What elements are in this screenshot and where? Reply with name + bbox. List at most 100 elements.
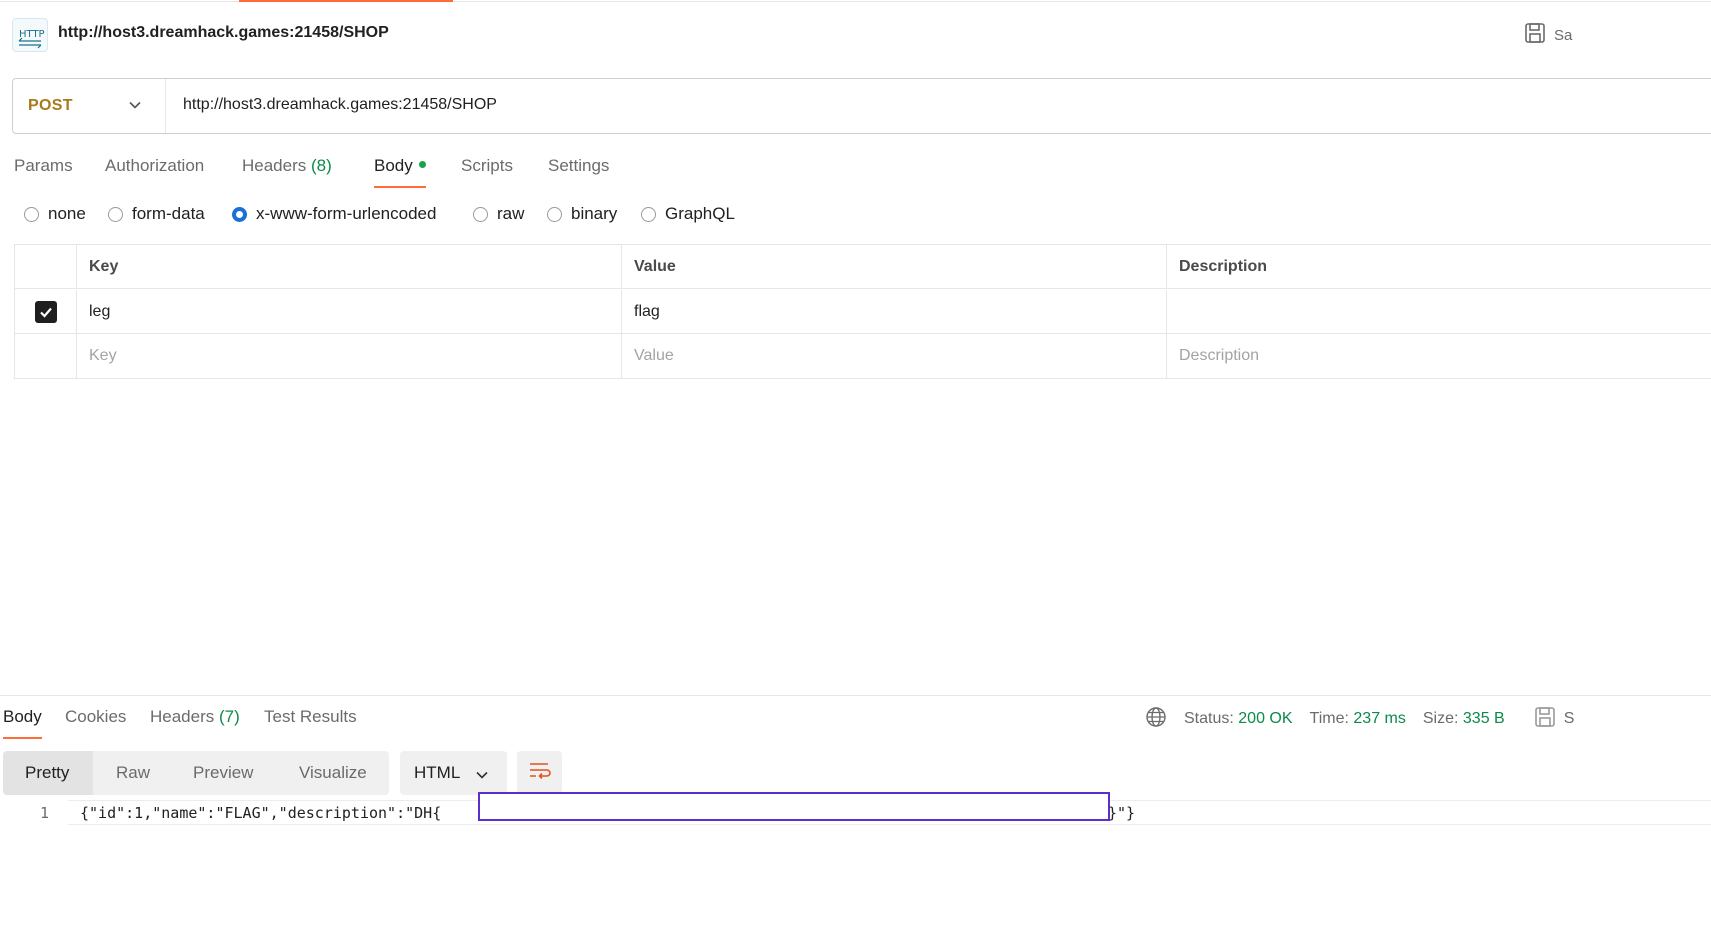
tab-headers[interactable]: Headers (8) — [242, 156, 332, 188]
table-row: leg flag — [15, 290, 1711, 334]
http-icon: HTTP — [12, 18, 48, 52]
radio-binary[interactable]: binary — [547, 204, 617, 224]
response-tab-test-results[interactable]: Test Results — [264, 707, 357, 739]
radio-x-www-form-urlencoded[interactable]: x-www-form-urlencoded — [232, 204, 436, 224]
url-input[interactable]: http://host3.dreamhack.games:21458/SHOP — [183, 96, 497, 114]
tab-label: Params — [14, 156, 73, 175]
wrap-lines-icon — [528, 760, 552, 787]
table-header-row: Key Value Description — [15, 245, 1711, 289]
request-title[interactable]: http://host3.dreamhack.games:21458/SHOP — [58, 24, 389, 42]
save-icon — [1534, 706, 1556, 733]
tab-label: Test Results — [264, 707, 357, 726]
response-code-editor[interactable]: 1 {"id":1,"name":"FLAG","description":"D… — [0, 792, 1711, 826]
method-select[interactable]: POST — [13, 79, 166, 133]
checkmark-icon — [34, 300, 57, 323]
view-preview-button[interactable]: Preview — [193, 751, 253, 795]
http-icon-text: HTTP — [19, 29, 45, 40]
radio-icon — [547, 206, 562, 222]
response-tab-body[interactable]: Body — [3, 707, 42, 739]
new-description-input[interactable]: Description — [1166, 334, 1711, 378]
save-label: Sa — [1554, 26, 1573, 44]
time-value: 237 ms — [1353, 710, 1406, 727]
size-indicator[interactable]: Size: 335 B — [1423, 710, 1505, 728]
status-value: 200 OK — [1238, 710, 1293, 727]
line-number: 1 — [40, 804, 50, 822]
save-icon — [1524, 22, 1546, 48]
header-key: Key — [76, 245, 621, 288]
size-value: 335 B — [1462, 710, 1505, 727]
code-text: {"id":1,"name":"FLAG","description":"DH{ — [80, 804, 442, 822]
view-label: Visualize — [299, 763, 367, 782]
row-key-input[interactable]: leg — [76, 290, 621, 333]
redaction-box — [478, 792, 1110, 821]
radio-checked-icon — [232, 206, 247, 222]
new-value-input[interactable]: Value — [621, 334, 1166, 378]
tab-label: Headers — [242, 156, 307, 175]
format-label: HTML — [414, 763, 461, 782]
time-label: Time: — [1309, 710, 1349, 727]
view-label: Preview — [193, 763, 254, 782]
table-row-empty: Key Value Description — [15, 334, 1711, 378]
tab-authorization[interactable]: Authorization — [105, 156, 204, 188]
status-label: Status: — [1184, 710, 1234, 727]
radio-label: raw — [497, 204, 525, 223]
tab-label: Scripts — [461, 156, 513, 175]
row-description-input[interactable] — [1166, 290, 1711, 333]
radio-icon — [473, 206, 488, 222]
view-raw-button[interactable]: Raw — [116, 751, 150, 795]
radio-none[interactable]: none — [24, 204, 86, 224]
radio-label: binary — [571, 204, 618, 223]
tab-settings[interactable]: Settings — [548, 156, 609, 188]
response-tab-headers[interactable]: Headers (7) — [150, 707, 240, 739]
radio-icon — [108, 206, 123, 222]
method-label: POST — [28, 97, 73, 114]
tab-scripts[interactable]: Scripts — [461, 156, 513, 188]
radio-form-data[interactable]: form-data — [108, 204, 205, 224]
code-text-end: }"} — [1108, 804, 1136, 822]
row-value-input[interactable]: flag — [621, 290, 1166, 333]
radio-label: x-www-form-urlencoded — [256, 204, 437, 223]
tab-label: Cookies — [65, 707, 127, 726]
chevron-down-icon — [475, 767, 489, 787]
tab-params[interactable]: Params — [14, 156, 73, 188]
response-tab-cookies[interactable]: Cookies — [65, 707, 126, 739]
url-bar: POST http://host3.dreamhack.games:21458/… — [12, 78, 1711, 134]
active-tab-indicator — [239, 0, 453, 2]
headers-count: (8) — [311, 156, 332, 175]
response-headers-count: (7) — [219, 707, 240, 726]
new-key-input[interactable]: Key — [76, 334, 621, 378]
header-check-cell — [15, 245, 76, 288]
row-checkbox[interactable] — [15, 290, 76, 333]
tab-body[interactable]: Body — [374, 156, 426, 188]
save-response-button[interactable]: S — [1534, 706, 1575, 733]
radio-label: GraphQL — [665, 204, 735, 223]
view-label: Raw — [116, 763, 151, 782]
wrap-lines-button[interactable] — [517, 751, 562, 795]
radio-raw[interactable]: raw — [473, 204, 524, 224]
globe-icon[interactable] — [1145, 706, 1167, 733]
chevron-down-icon — [128, 98, 142, 117]
view-label: Pretty — [25, 763, 70, 782]
response-divider[interactable] — [0, 695, 1711, 696]
tab-label: Body — [374, 156, 413, 175]
view-mode-group: Pretty Raw Preview Visualize — [3, 751, 389, 795]
header-value: Value — [621, 245, 1166, 288]
time-indicator[interactable]: Time: 237 ms — [1310, 710, 1406, 728]
view-visualize-button[interactable]: Visualize — [299, 751, 367, 795]
radio-label: form-data — [132, 204, 205, 223]
radio-graphql[interactable]: GraphQL — [641, 204, 735, 224]
request-header: HTTP http://host3.dreamhack.games:21458/… — [0, 14, 1711, 54]
radio-icon — [641, 206, 656, 222]
save-button[interactable]: Sa — [1524, 23, 1572, 47]
empty-check-cell — [15, 334, 76, 378]
radio-label: none — [48, 204, 86, 223]
view-pretty-button[interactable]: Pretty — [3, 751, 93, 795]
status-indicator[interactable]: Status: 200 OK — [1184, 710, 1293, 728]
radio-icon — [24, 206, 39, 222]
tab-label: Authorization — [105, 156, 205, 175]
save-response-label: S — [1563, 710, 1575, 727]
modified-dot-icon — [418, 161, 426, 168]
format-select[interactable]: HTML — [400, 751, 507, 795]
tab-label: Settings — [548, 156, 610, 175]
size-label: Size: — [1422, 710, 1459, 727]
